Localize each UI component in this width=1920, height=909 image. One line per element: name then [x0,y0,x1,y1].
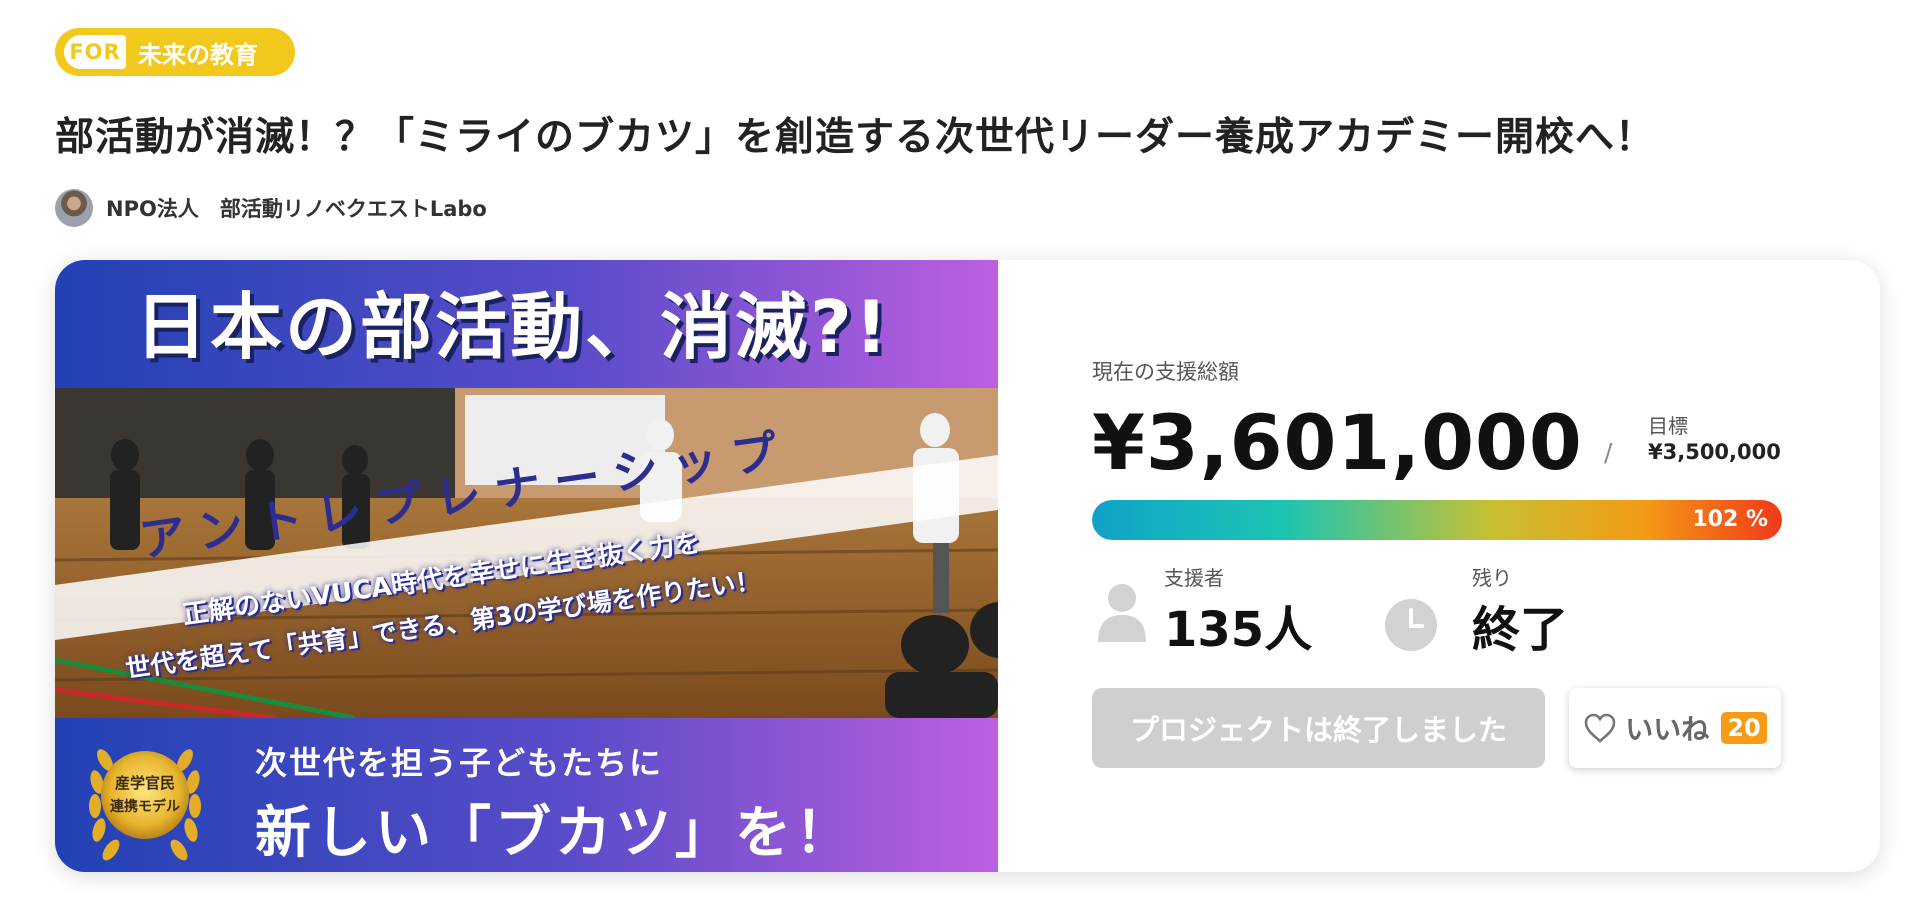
owner-name-link[interactable]: NPO法人 部活動リノベクエストLabo [106,193,487,223]
like-count-badge: 20 [1721,712,1767,744]
remaining-value: 終了 [1472,602,1569,658]
supporters-label: 支援者 [1164,566,1224,590]
current-amount: ¥3,601,000 [1092,398,1583,487]
like-label: いいね [1625,713,1710,746]
hero-bottom-line2: 新しい「ブカツ」を！ [255,801,855,866]
goal-value: ¥3,500,000 [1648,440,1781,464]
current-amount-label: 現在の支援総額 [1092,360,1239,384]
category-badge[interactable]: FOR 未来の教育 [55,28,295,76]
person-icon [1098,584,1146,642]
goal-label: 目標 [1648,414,1688,438]
clock-icon [1385,599,1437,651]
hero-bottom-line1: 次世代を担う子どもたちに [255,744,664,782]
owner-avatar[interactable] [55,189,93,227]
category-label: 未来の教育 [138,40,258,69]
seal-line1: 産学官民 [114,774,175,792]
project-card: 日本の部活動、消滅?! アントレプレナーシップ 正解のないVUCA時代を幸せに生… [55,260,1880,872]
supporters-value: 135人 [1164,602,1313,658]
like-button[interactable]: いいね 20 [1569,688,1781,768]
remaining-label: 残り [1472,566,1512,590]
laurel-seal-icon [101,751,189,839]
seal-line2: 連携モデル [110,799,180,815]
progress-percent: 102 % [1692,507,1768,532]
project-title: 部活動が消滅！？「ミライのブカツ」を創造する次世代リーダー養成アカデミー開校へ！ [55,115,1656,160]
progress-bar: 102 % [1092,500,1782,540]
hero-image: 日本の部活動、消滅?! アントレプレナーシップ 正解のないVUCA時代を幸せに生… [55,260,998,872]
goal-separator: / [1604,438,1613,467]
hero-headline: 日本の部活動、消滅?! [135,285,891,369]
heart-icon [1584,713,1616,743]
funding-stats: 現在の支援総額 ¥3,601,000 / 目標 ¥3,500,000 102 %… [1092,260,1852,872]
progress-fill [1092,500,1782,540]
category-prefix: FOR [64,35,126,69]
project-owner[interactable]: NPO法人 部活動リノベクエストLabo [55,189,487,227]
project-ended-button[interactable]: プロジェクトは終了しました [1092,688,1545,768]
